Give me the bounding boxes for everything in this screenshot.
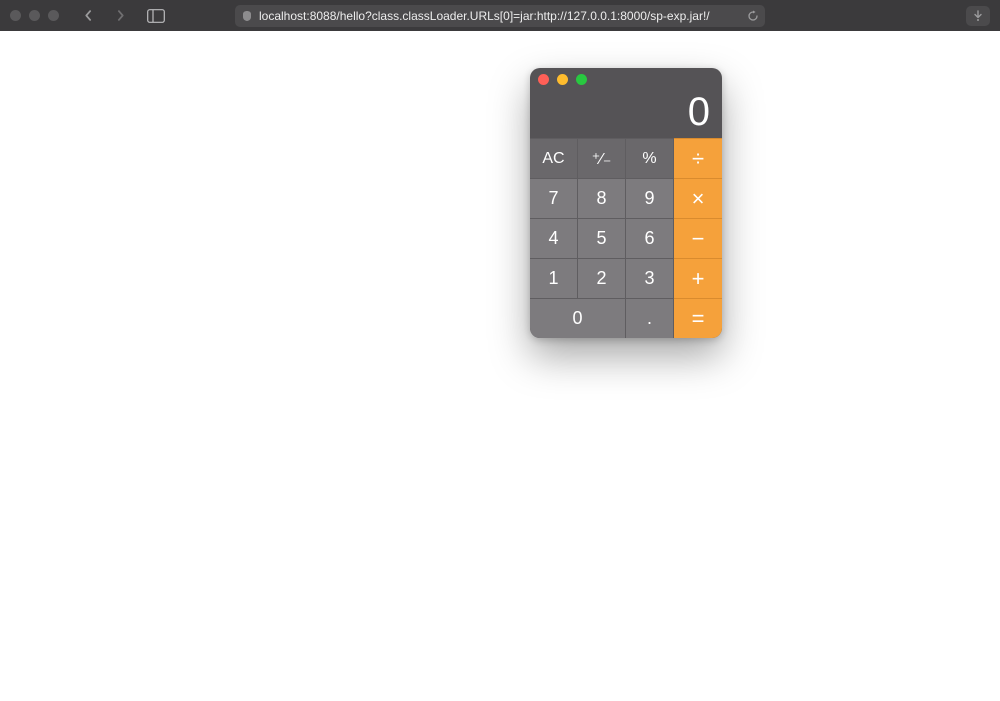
key-3[interactable]: 3 xyxy=(626,258,674,298)
reload-icon xyxy=(747,10,759,22)
key-7[interactable]: 7 xyxy=(530,178,578,218)
key-4[interactable]: 4 xyxy=(530,218,578,258)
calculator-keypad: AC ⁺∕₋ % ÷ 7 8 9 × 4 5 6 − 1 2 3 + 0 . = xyxy=(530,138,722,338)
key-9[interactable]: 9 xyxy=(626,178,674,218)
browser-viewport: 0 AC ⁺∕₋ % ÷ 7 8 9 × 4 5 6 − 1 2 3 + 0 .… xyxy=(0,31,1000,701)
calculator-window: 0 AC ⁺∕₋ % ÷ 7 8 9 × 4 5 6 − 1 2 3 + 0 .… xyxy=(530,68,722,338)
key-5[interactable]: 5 xyxy=(578,218,626,258)
key-decimal[interactable]: . xyxy=(626,298,674,338)
key-6[interactable]: 6 xyxy=(626,218,674,258)
key-zero[interactable]: 0 xyxy=(530,298,626,338)
key-percent[interactable]: % xyxy=(626,138,674,178)
address-bar[interactable]: localhost:8088/hello?class.classLoader.U… xyxy=(235,5,765,27)
key-sign[interactable]: ⁺∕₋ xyxy=(578,138,626,178)
key-1[interactable]: 1 xyxy=(530,258,578,298)
calc-minimize-icon[interactable] xyxy=(557,74,568,85)
traffic-minimize-icon[interactable] xyxy=(29,10,40,21)
chevron-right-icon xyxy=(115,10,126,21)
traffic-close-icon[interactable] xyxy=(10,10,21,21)
reload-button[interactable] xyxy=(747,10,759,22)
download-icon xyxy=(972,10,984,22)
key-multiply[interactable]: × xyxy=(674,178,722,218)
address-bar-url: localhost:8088/hello?class.classLoader.U… xyxy=(259,9,710,23)
key-8[interactable]: 8 xyxy=(578,178,626,218)
traffic-zoom-icon[interactable] xyxy=(48,10,59,21)
key-clear[interactable]: AC xyxy=(530,138,578,178)
window-traffic-lights xyxy=(10,10,59,21)
chevron-left-icon xyxy=(83,10,94,21)
calculator-display: 0 xyxy=(530,90,722,138)
calc-zoom-icon[interactable] xyxy=(576,74,587,85)
forward-button[interactable] xyxy=(107,6,133,26)
sidebar-toggle-button[interactable] xyxy=(143,7,169,25)
key-equals[interactable]: = xyxy=(674,298,722,338)
key-2[interactable]: 2 xyxy=(578,258,626,298)
sidebar-icon xyxy=(147,9,165,23)
back-button[interactable] xyxy=(75,6,101,26)
browser-toolbar: localhost:8088/hello?class.classLoader.U… xyxy=(0,0,1000,31)
key-divide[interactable]: ÷ xyxy=(674,138,722,178)
calc-close-icon[interactable] xyxy=(538,74,549,85)
key-minus[interactable]: − xyxy=(674,218,722,258)
site-info-icon[interactable] xyxy=(241,10,253,22)
calculator-titlebar[interactable] xyxy=(530,68,722,90)
downloads-button[interactable] xyxy=(966,6,990,26)
key-plus[interactable]: + xyxy=(674,258,722,298)
